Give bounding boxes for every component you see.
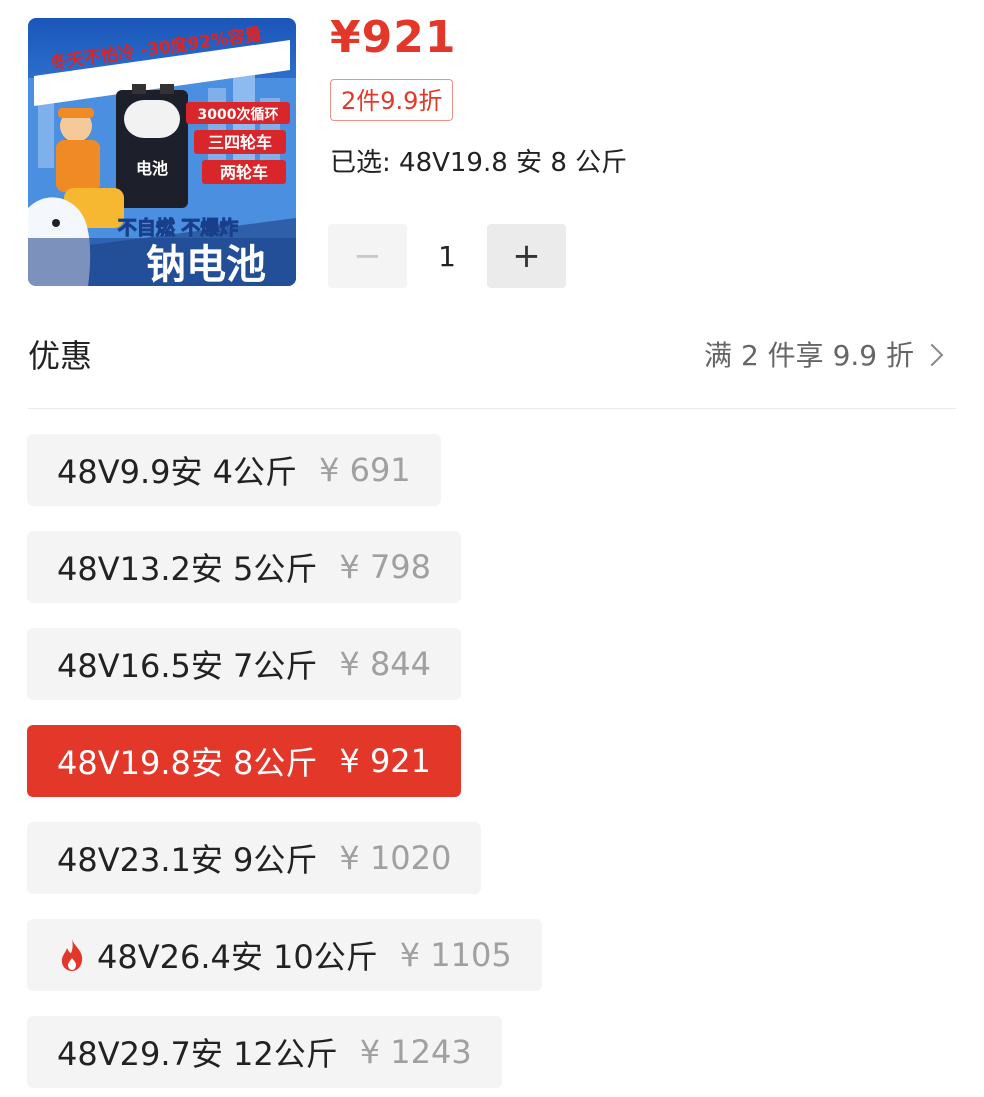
sku-option-label: 48V23.1安 9公斤 [57,841,318,879]
promotion-value: 满 2 件享 9.9 折 [704,339,914,372]
promotion-row-link[interactable]: 满 2 件享 9.9 折 [704,334,944,374]
image-badge-cycles: 3000次循环 [198,106,279,123]
sku-option-hot[interactable]: 48V26.4安 10公斤 ¥ 1105 [27,919,542,991]
sku-option-selected[interactable]: 48V19.8安 8公斤 ¥ 921 [27,725,462,797]
sku-option-list: 48V9.9安 4公斤 ¥ 691 48V13.2安 5公斤 ¥ 798 48V… [27,434,542,1097]
sku-option-label: 48V26.4安 10公斤 [97,938,378,976]
sku-option-price: ¥ 691 [319,451,411,489]
increase-quantity-button[interactable]: + [487,224,566,288]
sku-option-price: ¥ 1105 [399,936,512,974]
sku-option-label: 48V16.5安 7公斤 [57,647,318,685]
sku-option-label: 48V9.9安 4公斤 [57,453,298,491]
product-image[interactable]: 冬天不怕冷 -30度92%容量 3000次循环 三四轮车 两轮车 电池 不自燃 … [28,18,296,286]
sku-option-label: 48V29.7安 12公斤 [57,1035,338,1073]
quantity-value[interactable]: 1 [407,240,487,273]
sku-option[interactable]: 48V29.7安 12公斤 ¥ 1243 [27,1016,502,1088]
sku-option-label: 48V13.2安 5公斤 [57,550,318,588]
promotion-label: 优惠 [28,337,93,375]
sku-option[interactable]: 48V16.5安 7公斤 ¥ 844 [27,628,462,700]
product-price: ¥921 [330,12,457,63]
sku-option-price: ¥ 921 [339,742,432,780]
quantity-stepper: − 1 + [328,224,566,288]
decrease-quantity-button[interactable]: − [328,224,407,288]
sku-option-price: ¥ 844 [339,645,432,683]
divider [28,408,956,409]
sku-option[interactable]: 48V23.1安 9公斤 ¥ 1020 [27,822,482,894]
product-sku-panel: 冬天不怕冷 -30度92%容量 3000次循环 三四轮车 两轮车 电池 不自燃 … [0,0,984,1097]
sku-option-label: 48V19.8安 8公斤 [57,744,318,782]
image-battery-label: 电池 [136,159,168,178]
sku-option-price: ¥ 1020 [339,839,452,877]
fire-icon [61,939,83,971]
image-slogan: 不自燃 不爆炸 [118,216,239,239]
selected-sku-text: 已选: 48V19.8 安 8 公斤 [330,148,628,178]
sku-option-price: ¥ 1243 [359,1033,472,1071]
image-big-title: 钠电池 [146,242,266,286]
chevron-right-icon [920,343,944,367]
image-badge-twowheel: 两轮车 [220,163,268,182]
discount-badge: 2件9.9折 [330,79,454,121]
sku-option-price: ¥ 798 [339,548,432,586]
image-badge-tricycle: 三四轮车 [208,133,272,152]
sku-option[interactable]: 48V13.2安 5公斤 ¥ 798 [27,531,462,603]
sku-option[interactable]: 48V9.9安 4公斤 ¥ 691 [27,434,441,506]
